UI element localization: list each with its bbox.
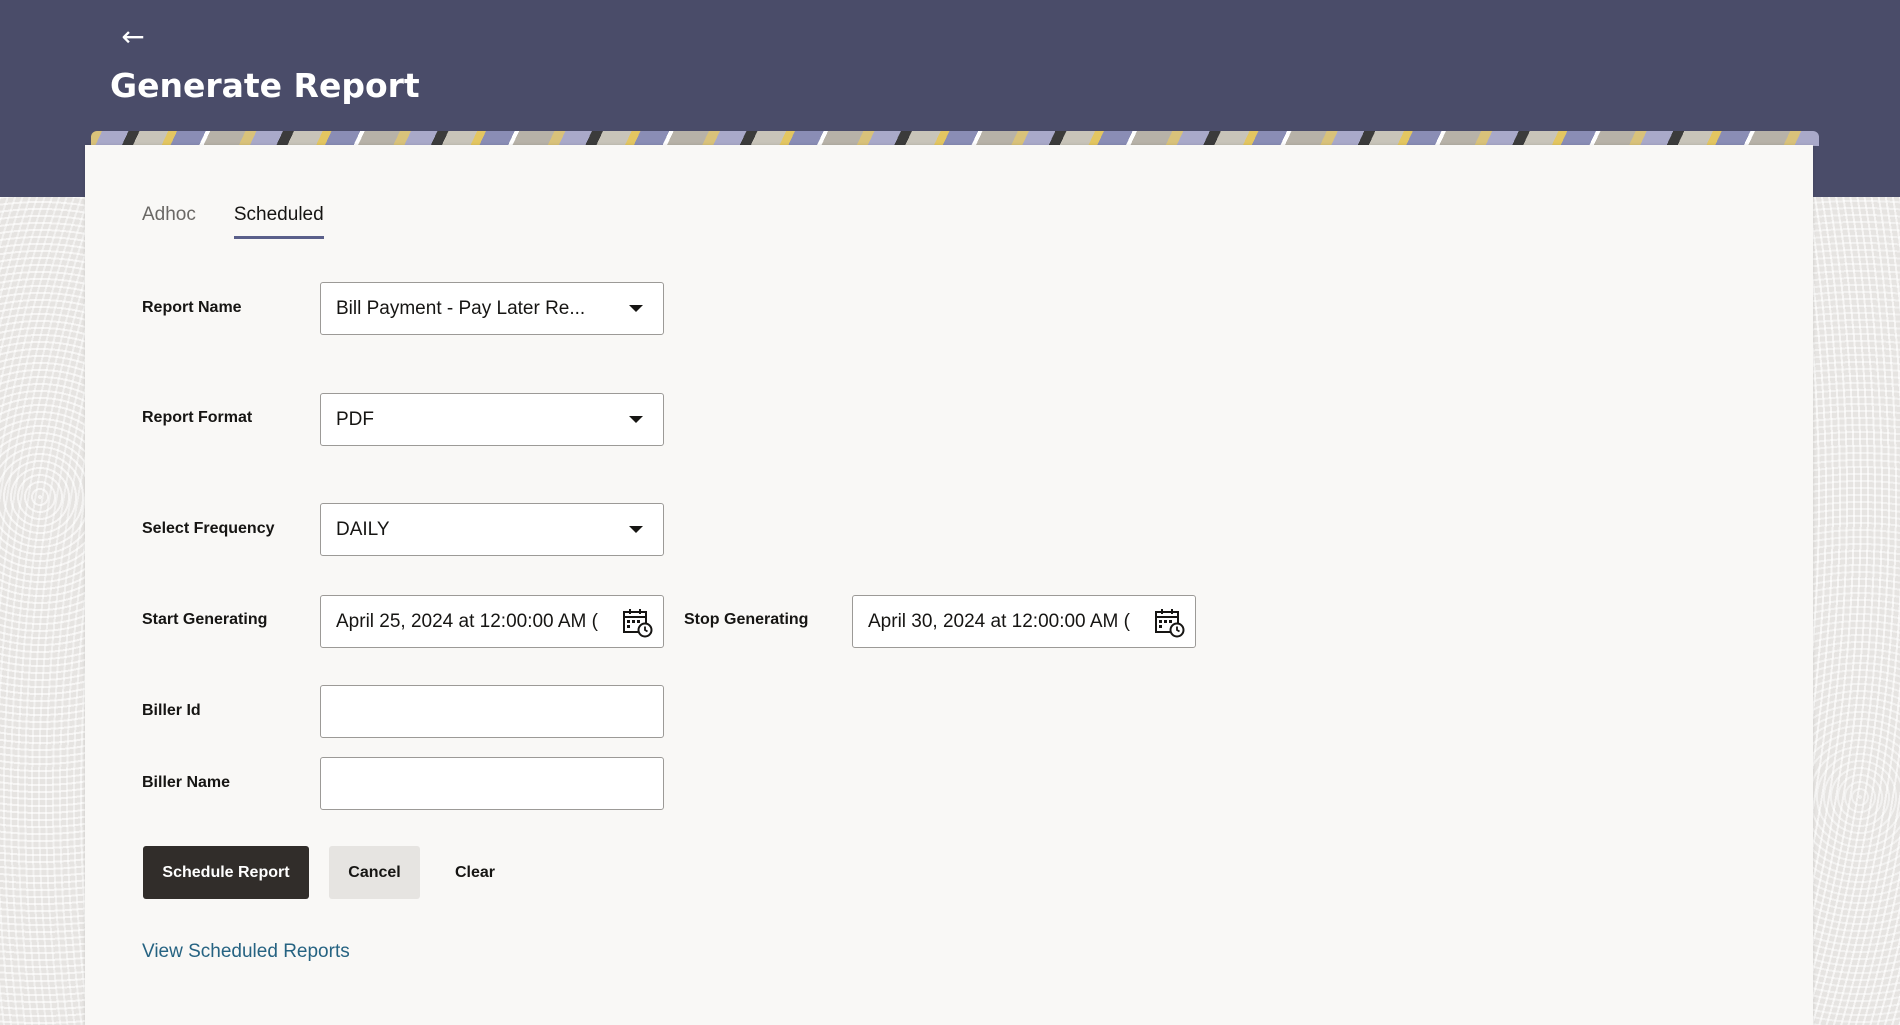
report-tabs: Adhoc Scheduled [142, 204, 324, 239]
cancel-button[interactable]: Cancel [329, 846, 420, 899]
report-name-select[interactable]: Bill Payment - Pay Later Re... [320, 282, 664, 335]
biller-id-input[interactable] [320, 685, 664, 738]
tab-scheduled[interactable]: Scheduled [233, 204, 324, 239]
page-title: Generate Report [110, 66, 420, 105]
report-form-card: Adhoc Scheduled Report Name Bill Payment… [85, 145, 1813, 1025]
calendar-icon[interactable] [1153, 606, 1185, 638]
start-generating-label: Start Generating [142, 611, 268, 628]
back-button[interactable]: ← [116, 20, 150, 54]
chevron-down-icon [629, 305, 643, 312]
stop-generating-label: Stop Generating [684, 611, 809, 628]
arrow-left-icon: ← [121, 20, 145, 53]
frequency-label: Select Frequency [142, 520, 275, 537]
view-scheduled-reports-link[interactable]: View Scheduled Reports [142, 941, 350, 963]
chevron-down-icon [629, 416, 643, 423]
frequency-value: DAILY [336, 518, 390, 540]
start-date-input[interactable]: April 25, 2024 at 12:00:00 AM ( [320, 595, 664, 648]
report-format-select[interactable]: PDF [320, 393, 664, 446]
frequency-select[interactable]: DAILY [320, 503, 664, 556]
report-format-label: Report Format [142, 409, 253, 426]
schedule-report-button[interactable]: Schedule Report [143, 846, 309, 899]
stop-date-input[interactable]: April 30, 2024 at 12:00:00 AM ( [852, 595, 1196, 648]
chevron-down-icon [629, 526, 643, 533]
start-date-value: April 25, 2024 at 12:00:00 AM ( [336, 610, 598, 632]
biller-name-label: Biller Name [142, 774, 231, 791]
biller-id-label: Biller Id [142, 702, 201, 719]
tab-adhoc[interactable]: Adhoc [142, 204, 196, 239]
calendar-icon[interactable] [621, 606, 653, 638]
clear-button[interactable]: Clear [435, 846, 515, 899]
report-name-value: Bill Payment - Pay Later Re... [336, 297, 586, 319]
decorative-banner [91, 131, 1819, 146]
stop-date-value: April 30, 2024 at 12:00:00 AM ( [868, 610, 1130, 632]
report-format-value: PDF [336, 408, 374, 430]
biller-name-input[interactable] [320, 757, 664, 810]
report-name-label: Report Name [142, 299, 242, 316]
